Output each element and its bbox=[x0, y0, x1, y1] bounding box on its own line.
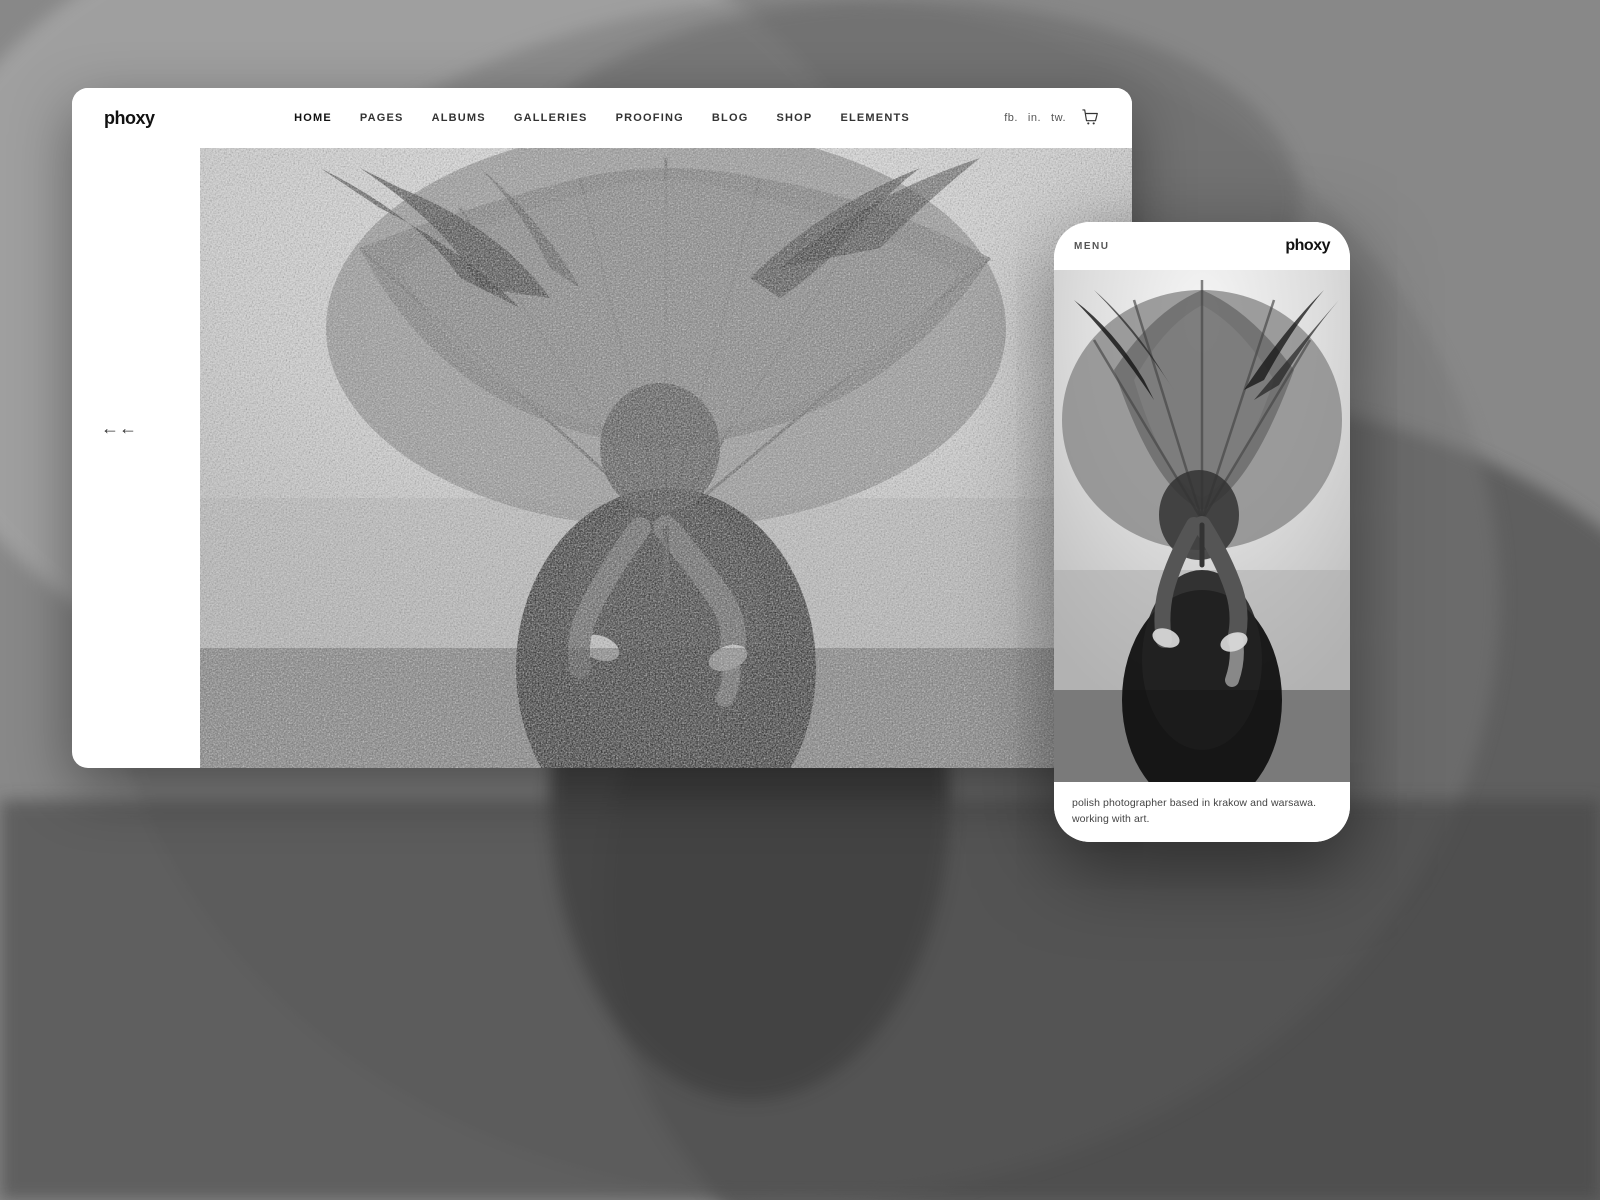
nav-link-pages[interactable]: PAGES bbox=[360, 112, 404, 124]
mobile-main-image bbox=[1054, 270, 1350, 782]
nav-link-proofing[interactable]: PROOFING bbox=[616, 112, 684, 124]
prev-arrow[interactable]: ← bbox=[104, 413, 134, 443]
mobile-menu-label[interactable]: MENU bbox=[1074, 241, 1109, 252]
nav-social-in[interactable]: in. bbox=[1028, 112, 1041, 124]
desktop-navbar: phoxy HOME PAGES ALBUMS GALLERIES PROOFI… bbox=[72, 88, 1132, 148]
desktop-nav-right: fb. in. tw. bbox=[980, 109, 1100, 127]
mobile-mockup: MENU phoxy bbox=[1054, 222, 1350, 842]
nav-social-tw[interactable]: tw. bbox=[1051, 112, 1066, 124]
nav-link-albums[interactable]: ALBUMS bbox=[432, 112, 486, 124]
cart-icon[interactable] bbox=[1082, 109, 1100, 127]
desktop-main-image bbox=[200, 148, 1132, 768]
mobile-logo: phoxy bbox=[1285, 237, 1330, 255]
mobile-caption: polish photographer based in krakow and … bbox=[1054, 782, 1350, 842]
nav-link-elements[interactable]: ELEMENTS bbox=[840, 112, 910, 124]
desktop-mockup: phoxy HOME PAGES ALBUMS GALLERIES PROOFI… bbox=[72, 88, 1132, 768]
nav-link-blog[interactable]: BLOG bbox=[712, 112, 749, 124]
nav-social-fb[interactable]: fb. bbox=[1004, 112, 1018, 124]
desktop-logo: phoxy bbox=[104, 108, 224, 129]
mobile-navbar: MENU phoxy bbox=[1054, 222, 1350, 270]
mobile-caption-text: polish photographer based in krakow and … bbox=[1072, 796, 1332, 828]
nav-link-galleries[interactable]: GALLERIES bbox=[514, 112, 588, 124]
desktop-nav-links: HOME PAGES ALBUMS GALLERIES PROOFING BLO… bbox=[224, 112, 980, 124]
nav-link-shop[interactable]: SHOP bbox=[776, 112, 812, 124]
nav-link-home[interactable]: HOME bbox=[294, 112, 332, 124]
